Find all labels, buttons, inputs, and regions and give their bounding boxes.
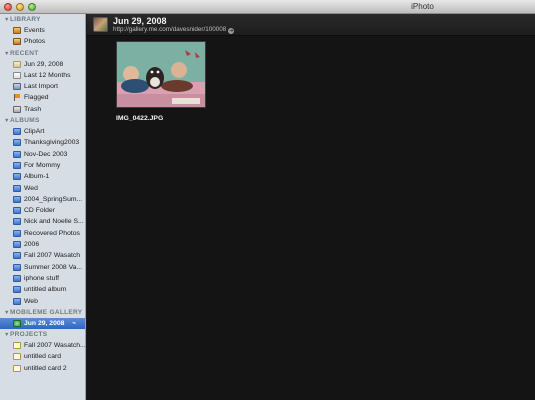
project-icon [13, 353, 21, 361]
album-icon [13, 173, 21, 181]
sidebar-item-album[interactable]: Web [0, 296, 85, 307]
album-icon [13, 252, 21, 260]
sidebar-item-last-import[interactable]: Last Import [0, 81, 85, 92]
flag-icon [13, 94, 21, 102]
share-broadcast-icon[interactable]: ⌁ [72, 320, 79, 327]
photo-image [117, 42, 205, 107]
sidebar-item-flagged[interactable]: Flagged [0, 92, 85, 103]
sidebar-item-album[interactable]: Album-1 [0, 171, 85, 182]
calendar-icon [13, 71, 21, 79]
sidebar-item-album[interactable]: For Mommy [0, 160, 85, 171]
gallery-url-link[interactable]: http://gallery.me.com/davesnider/100008 ➜ [113, 26, 235, 34]
gallery-thumbnail [93, 17, 108, 32]
title-bar: iPhoto [0, 0, 535, 14]
sidebar-item-album[interactable]: untitled album [0, 284, 85, 295]
project-icon [13, 364, 21, 372]
sidebar-item-album[interactable]: iphone stuff [0, 273, 85, 284]
album-icon [13, 184, 21, 192]
section-header-library[interactable]: ▼LIBRARY [0, 14, 85, 25]
album-icon [13, 274, 21, 282]
album-icon [13, 150, 21, 158]
sidebar-item-photos[interactable]: Photos [0, 36, 85, 47]
photo-caption: IMG_0422.JPG [116, 115, 164, 122]
sidebar-item-project[interactable]: untitled card 2 [0, 363, 85, 374]
window-title: iPhoto [411, 2, 434, 11]
sidebar-item-album[interactable]: 2006 [0, 239, 85, 250]
arrow-link-icon[interactable]: ➜ [228, 28, 235, 34]
sidebar-item-project[interactable]: untitled card [0, 351, 85, 362]
sidebar-item-album[interactable]: CD Folder [0, 205, 85, 216]
section-header-albums[interactable]: ▼ALBUMS [0, 115, 85, 126]
album-icon [13, 207, 21, 215]
photos-icon [13, 38, 21, 46]
album-icon [13, 139, 21, 147]
sidebar-item-album[interactable]: Nov-Dec 2003 [0, 149, 85, 160]
sidebar-item-album[interactable]: Wed [0, 183, 85, 194]
sidebar-item-album[interactable]: Thanksgiving2003 [0, 137, 85, 148]
recent-event-icon [13, 60, 21, 68]
album-icon [13, 286, 21, 294]
section-header-mobileme-gallery[interactable]: ▼MOBILEME GALLERY [0, 307, 85, 318]
project-icon [13, 342, 21, 350]
sidebar-item-album[interactable]: Fall 2007 Wasatch [0, 250, 85, 261]
main-content-area: Jun 29, 2008 http://gallery.me.com/daves… [87, 14, 535, 400]
album-icon [13, 229, 21, 237]
section-header-projects[interactable]: ▼PROJECTS [0, 329, 85, 340]
section-header-recent[interactable]: ▼RECENT [0, 48, 85, 59]
sidebar-item-recent-event[interactable]: Jun 29, 2008 [0, 59, 85, 70]
sidebar-item-trash[interactable]: Trash [0, 104, 85, 115]
album-icon [13, 297, 21, 305]
events-icon [13, 27, 21, 34]
import-icon [13, 83, 21, 91]
album-icon [13, 241, 21, 249]
gallery-icon [13, 319, 21, 327]
source-list-sidebar: ▼LIBRARY Events Photos ▼RECENT Jun 29, 2… [0, 14, 86, 400]
album-icon [13, 263, 21, 271]
sidebar-item-last-12-months[interactable]: Last 12 Months [0, 70, 85, 81]
sidebar-item-album[interactable]: ClipArt [0, 126, 85, 137]
sidebar-item-project[interactable]: Fall 2007 Wasatch... [0, 340, 85, 351]
sidebar-item-album[interactable]: Recovered Photos [0, 228, 85, 239]
album-icon [13, 195, 21, 203]
album-icon [13, 161, 21, 169]
album-icon [13, 128, 21, 136]
sidebar-item-gallery-selected[interactable]: Jun 29, 2008 ⌁ [0, 317, 85, 330]
sidebar-item-album[interactable]: Summer 2008 Va... [0, 262, 85, 273]
sidebar-item-album[interactable]: Nick and Noelle S... [0, 216, 85, 227]
album-icon [13, 218, 21, 226]
sidebar-item-events[interactable]: Events [0, 25, 85, 36]
gallery-title: Jun 29, 2008 [113, 16, 167, 26]
sidebar-item-album[interactable]: 2004_SpringSum... [0, 194, 85, 205]
photo-thumbnail[interactable] [116, 41, 206, 108]
trash-icon [13, 105, 21, 113]
gallery-header: Jun 29, 2008 http://gallery.me.com/daves… [87, 14, 535, 36]
